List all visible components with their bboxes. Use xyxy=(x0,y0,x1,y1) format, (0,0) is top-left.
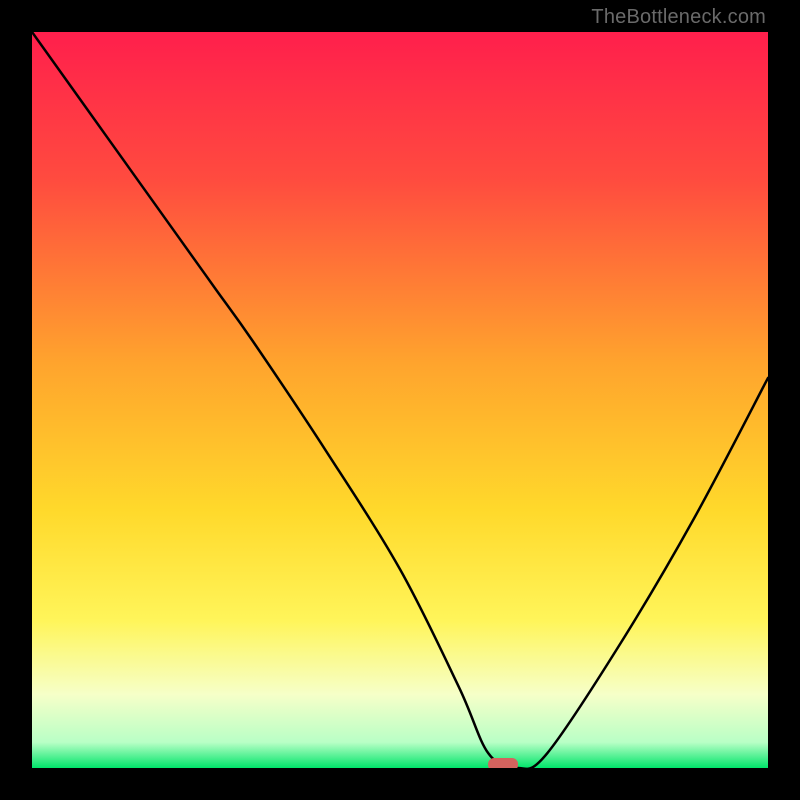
gradient-background xyxy=(32,32,768,768)
chart-area xyxy=(32,32,768,768)
optimal-marker xyxy=(488,758,518,768)
chart-svg xyxy=(32,32,768,768)
watermark-text: TheBottleneck.com xyxy=(591,6,766,29)
outer-frame: TheBottleneck.com xyxy=(0,0,800,800)
